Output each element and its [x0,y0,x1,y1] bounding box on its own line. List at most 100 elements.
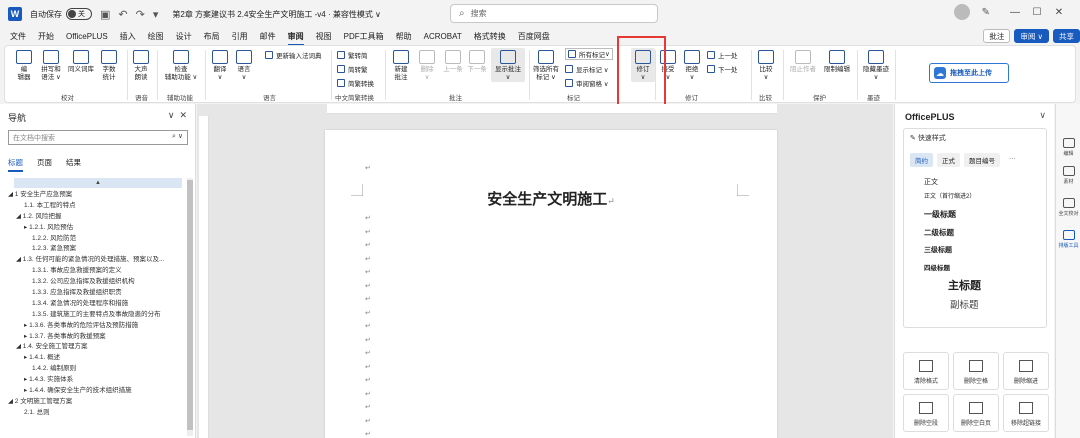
compare-button[interactable]: 比较 ∨ [755,50,777,82]
nav-heading-item[interactable]: ▸ 1.2.1. 风险预估 [0,223,186,234]
style-heading-2[interactable]: 二级标题 [924,227,954,238]
show-comments-button[interactable]: 显示批注 ∨ [491,48,525,82]
style-normal-indent[interactable]: 正文（首行缩进2） [924,191,975,200]
autosave-toggle[interactable]: 关 [66,8,92,20]
vertical-ruler[interactable] [199,116,209,438]
search-icon[interactable]: ⌕ ∨ [172,132,183,141]
traditional-to-simplified-button[interactable]: 繁转简 [337,50,368,60]
nav-tab-headings[interactable]: 标题 [8,157,23,172]
nav-heading-item[interactable]: 1.2.2. 风险防范 [0,234,186,245]
nav-heading-item[interactable]: ◢ 1.3. 任何可能的紧急情况的处理措施、预案以及... [0,255,186,266]
nav-heading-item[interactable]: 1.3.5. 建筑施工的主要特点及事故隐患的分布 [0,310,186,321]
delete-indent-button[interactable]: 删除缩进 [1003,352,1049,390]
horizontal-ruler[interactable] [327,104,777,114]
tab-layout[interactable]: 布局 [204,31,220,42]
style-subtitle[interactable]: 副标题 [950,297,979,311]
search-box[interactable]: ⌕ 搜索 [450,4,658,23]
document-page[interactable]: ↵ 安全生产文明施工↵ ↵ ↵ ↵ ↵ ↵ ↵ ↵ ↵ ↵ ↵ ↵ ↵ ↵ ↵ ↵ ↵ ↵ [325,130,777,438]
sidebar-item-edit[interactable]: 编辑 [1056,138,1080,157]
nav-heading-item[interactable]: ▸ 1.3.7. 各类事故的救援预案 [0,332,186,343]
new-comment-button[interactable]: 新建 批注 [389,50,413,82]
filter-markup-button[interactable]: 筛选所有 标记 ∨ [531,50,561,82]
block-authors-button[interactable]: 阻止作者 [787,50,819,74]
previous-comment-button[interactable]: 上一条 [441,50,465,74]
document-heading[interactable]: 安全生产文明施工↵ [325,188,777,209]
nav-heading-item[interactable]: 1.3.2. 公司应急指挥及救援组织机构 [0,277,186,288]
avatar[interactable] [953,4,970,20]
nav-heading-item[interactable]: 1.3.4. 紧急情况的处理程序和措施 [0,299,186,310]
nav-scrollbar[interactable] [187,178,193,436]
tab-draw[interactable]: 绘图 [148,31,164,42]
delete-blank-page-button[interactable]: 删除空白页 [953,394,999,432]
tab-home[interactable]: 开始 [38,31,54,42]
nav-pane-controls[interactable]: ∨ ✕ [168,110,187,121]
nav-heading-item[interactable]: 1.3.1. 事故应急救援预案的定义 [0,266,186,277]
style-tab-formal[interactable]: 正式 [937,153,960,167]
thesaurus-button[interactable]: 同义词库 [65,50,97,74]
remove-hyperlink-button[interactable]: 移除超链接 [1003,394,1049,432]
nav-tab-pages[interactable]: 页面 [37,157,52,172]
next-comment-button[interactable]: 下一条 [465,50,489,74]
tab-references[interactable]: 引用 [232,31,248,42]
style-heading-3[interactable]: 三级标题 [924,245,952,255]
style-tab-numbered[interactable]: 题目编号 [964,153,1000,167]
style-title[interactable]: 主标题 [948,277,981,293]
tab-pdf-toolbox[interactable]: PDF工具箱 [344,31,384,42]
nav-heading-item[interactable]: ◢ 2 文明施工管理方案 [0,397,186,408]
customize-toolbar-icon[interactable]: ▾ [153,8,159,21]
nav-heading-item[interactable]: 2.1. 总则 [0,408,186,419]
nav-heading-item[interactable]: ◢ 1.4. 安全施工管理方案 [0,342,186,353]
nav-heading-item[interactable]: ▸ 1.4.3. 实施体系 [0,375,186,386]
clear-format-button[interactable]: 清除格式 [903,352,949,390]
undo-icon[interactable]: ↶ [118,8,127,21]
next-change-button[interactable]: 下一处 [707,64,738,74]
tab-officeplus[interactable]: OfficePLUS [66,32,108,41]
scroll-thumb[interactable] [187,180,193,430]
translate-button[interactable]: 翻译 ∨ [209,50,231,82]
tab-view[interactable]: 视图 [316,31,332,42]
style-normal[interactable]: 正文 [924,177,938,187]
close-icon[interactable]: ✕ [179,110,187,120]
style-tab-more[interactable]: ··· [1004,153,1021,167]
nav-scroll-up-button[interactable]: ▲ [14,178,182,188]
nav-heading-item[interactable]: ▸ 1.4.4. 确保安全生产的技术组织措施 [0,386,186,397]
tab-mailings[interactable]: 邮件 [260,31,276,42]
check-accessibility-button[interactable]: 检查 辅助功能 ∨ [161,50,201,82]
delete-empty-paragraphs-button[interactable]: 删除空段 [903,394,949,432]
tab-format-convert[interactable]: 格式转换 [474,31,506,42]
upload-to-netdisk-button[interactable]: ☁ 拖拽至此上传 [929,63,1009,83]
nav-search-input[interactable]: 在文档中搜索 ⌕ ∨ [8,130,188,145]
read-aloud-button[interactable]: 大声 朗读 [129,50,153,82]
simplified-to-traditional-button[interactable]: 简转繁 [337,64,368,74]
tab-baidu-netdisk[interactable]: 百度网盘 [518,31,550,42]
chevron-down-icon[interactable]: ∨ [168,110,175,120]
editing-mode-button[interactable]: 审阅 ∨ [1014,29,1049,43]
style-heading-4[interactable]: 四级标题 [924,262,950,272]
save-icon[interactable]: ▣ [100,8,110,21]
nav-heading-item[interactable]: 1.1. 本工程的特点 [0,201,186,212]
tab-insert[interactable]: 插入 [120,31,136,42]
previous-change-button[interactable]: 上一处 [707,50,738,60]
hide-ink-button[interactable]: 隐藏墨迹 ∨ [861,50,891,82]
tab-design[interactable]: 设计 [176,31,192,42]
chevron-down-icon[interactable]: ∨ [1039,110,1046,121]
sidebar-item-assets[interactable]: 素材 [1056,166,1080,185]
nav-heading-item[interactable]: 1.3.3. 应急指挥及救援组织职责 [0,288,186,299]
word-count-button[interactable]: 字数 统计 [97,50,121,82]
minimize-icon[interactable]: — [1004,7,1026,18]
tab-help[interactable]: 帮助 [396,31,412,42]
update-ime-dictionary-button[interactable]: 更新输入法词典 [265,50,322,60]
markup-view-select[interactable]: 所有标记 ∨ [565,48,613,60]
nav-tab-results[interactable]: 结果 [66,157,81,172]
document-title[interactable]: 第2章 方案建议书 2.4安全生产文明施工 -v4 · 兼容性模式 ∨ [172,9,381,20]
reject-button[interactable]: 拒绝 ∨ [681,50,703,82]
editor-button[interactable]: 编 辑器 [11,50,37,82]
reviewing-pane-button[interactable]: 审阅窗格 ∨ [565,78,609,88]
tab-acrobat[interactable]: ACROBAT [424,32,462,41]
tab-file[interactable]: 文件 [10,31,26,42]
sidebar-item-layout-tools[interactable]: 排版工具 [1056,230,1080,249]
style-heading-1[interactable]: 一级标题 [924,209,956,220]
redo-icon[interactable]: ↷ [136,8,145,21]
share-button[interactable]: 共享 [1053,29,1080,43]
nav-heading-item[interactable]: ▸ 1.4.1. 概述 [0,353,186,364]
